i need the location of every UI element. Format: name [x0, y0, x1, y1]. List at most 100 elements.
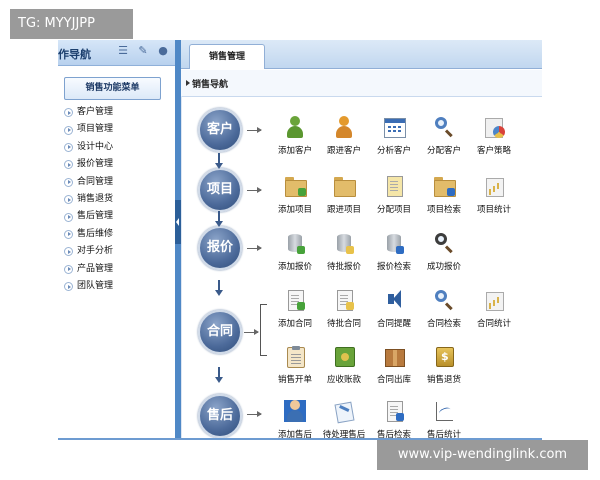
folder-follow-icon	[333, 175, 356, 197]
sidebar-menu: 客户管理 项目管理 设计中心 报价管理 合同管理 销售退货 售后管理 售后维修 …	[64, 104, 113, 295]
arrow-bullet-icon	[64, 229, 73, 239]
database-add-icon	[284, 232, 306, 254]
action-label: 添加项目	[277, 205, 312, 215]
speaker-reminder-icon	[383, 289, 405, 311]
action-add-project[interactable]: 添加项目	[267, 175, 323, 215]
action-sales-order[interactable]: 销售开单	[267, 345, 323, 385]
sidebar-item-label: 设计中心	[77, 141, 114, 152]
list-icon[interactable]: ☰	[117, 44, 129, 58]
graph-icon	[433, 400, 455, 422]
action-label: 分配项目	[376, 205, 411, 215]
action-follow-customer[interactable]: 跟进客户	[316, 116, 372, 156]
action-search-project[interactable]: 项目检索	[416, 175, 472, 215]
action-label: 跟进客户	[326, 146, 361, 156]
action-contract-outbound[interactable]: 合同出库	[366, 345, 422, 385]
action-label: 销售退货	[426, 375, 461, 385]
sidebar-item-customer[interactable]: 客户管理	[64, 104, 113, 121]
action-customer-strategy[interactable]: 客户策略	[466, 116, 522, 156]
arrow-bullet-icon	[64, 195, 73, 205]
action-assign-customer[interactable]: 分配客户	[416, 116, 472, 156]
action-label: 成功报价	[426, 262, 461, 272]
sidebar-item-contract[interactable]: 合同管理	[64, 174, 113, 191]
watermark-top: TG: MYYJJPP	[10, 9, 133, 39]
action-search-aftersales[interactable]: 售后检索	[366, 400, 422, 440]
action-pending-aftersales[interactable]: 待处理售后	[316, 400, 372, 440]
action-label: 合同检索	[426, 319, 461, 329]
tools-icon	[333, 400, 355, 424]
sidebar-item-competitor[interactable]: 对手分析	[64, 243, 113, 260]
magnifier-success-icon	[433, 232, 455, 254]
document-pending-icon	[333, 289, 355, 311]
sidebar-item-label: 客户管理	[77, 107, 114, 117]
sidebar-item-team[interactable]: 团队管理	[64, 278, 113, 295]
right-arrow-icon	[247, 245, 262, 251]
action-pending-contract[interactable]: 待批合同	[316, 289, 372, 329]
stage-contract[interactable]: 合同	[198, 310, 242, 354]
pie-strategy-icon	[483, 116, 505, 138]
arrow-bullet-icon	[64, 142, 73, 152]
sidebar-item-label: 产品管理	[77, 263, 114, 274]
arrow-bullet-icon	[64, 212, 73, 222]
action-label: 待批报价	[326, 262, 361, 272]
arrow-bullet-icon	[64, 264, 73, 274]
stage-quote[interactable]: 报价	[198, 226, 242, 270]
action-label: 合同统计	[476, 319, 511, 329]
arrow-bullet-icon	[64, 282, 73, 292]
sidebar-item-design[interactable]: 设计中心	[64, 139, 113, 156]
sidebar-toolbar: ☰ ✎ ●	[117, 44, 169, 58]
action-contract-stats[interactable]: 合同统计	[466, 289, 522, 329]
action-assign-project[interactable]: 分配项目	[366, 175, 422, 215]
right-arrow-icon	[247, 187, 262, 193]
sidebar-item-label: 售后维修	[77, 228, 114, 239]
action-label: 应收账款	[326, 375, 361, 385]
action-search-contract[interactable]: 合同检索	[416, 289, 472, 329]
folder-chart-icon	[483, 175, 505, 197]
action-add-quote[interactable]: 添加报价	[267, 232, 323, 272]
action-add-contract[interactable]: 添加合同	[267, 289, 323, 329]
sidebar-item-aftersales[interactable]: 售后管理	[64, 208, 113, 225]
database-pending-icon	[333, 232, 355, 254]
sidebar-item-label: 团队管理	[77, 280, 114, 291]
sidebar-item-label: 合同管理	[77, 176, 114, 187]
wrench-icon[interactable]: ✎	[137, 44, 149, 58]
contract-bracket	[260, 304, 267, 356]
sidebar-item-product[interactable]: 产品管理	[64, 261, 113, 278]
action-success-quote[interactable]: 成功报价	[416, 232, 472, 272]
action-label: 添加合同	[277, 319, 312, 329]
sidebar-item-return[interactable]: 销售退货	[64, 191, 113, 208]
stage-aftersales[interactable]: 售后	[198, 394, 242, 438]
database-search-icon	[383, 232, 405, 254]
right-arrow-icon	[247, 411, 262, 417]
document-add-icon	[284, 289, 306, 311]
right-arrow-icon	[244, 329, 259, 335]
action-aftersales-stats[interactable]: 售后统计	[416, 400, 472, 440]
action-project-stats[interactable]: 项目统计	[466, 175, 522, 215]
action-analyze-customer[interactable]: 分析客户	[366, 116, 422, 156]
action-follow-project[interactable]: 跟进项目	[316, 175, 372, 215]
sidebar-item-project[interactable]: 项目管理	[64, 121, 113, 138]
down-arrow-icon	[215, 280, 223, 296]
sidebar-item-repair[interactable]: 售后维修	[64, 226, 113, 243]
stage-project[interactable]: 项目	[198, 168, 242, 212]
action-search-quote[interactable]: 报价检索	[366, 232, 422, 272]
down-arrow-icon	[215, 367, 223, 383]
action-add-customer[interactable]: 添加客户	[267, 116, 323, 156]
sales-nav-header: 销售导航	[181, 70, 542, 97]
action-receivables[interactable]: 应收账款	[316, 345, 372, 385]
clipboard-icon	[284, 345, 306, 368]
user-icon[interactable]: ●	[157, 44, 169, 58]
stage-customer[interactable]: 客户	[198, 108, 242, 152]
action-add-aftersales[interactable]: 添加售后	[267, 400, 323, 440]
action-pending-quote[interactable]: 待批报价	[316, 232, 372, 272]
watermark-bottom: www.vip-wendinglink.com	[377, 440, 588, 470]
sidebar-item-label: 售后管理	[77, 211, 114, 222]
sales-menu-button[interactable]: 销售功能菜单	[64, 77, 161, 100]
sidebar-item-quote[interactable]: 报价管理	[64, 156, 113, 173]
action-label: 客户策略	[476, 146, 511, 156]
action-sales-return[interactable]: 销售退货	[416, 345, 472, 385]
arrow-bullet-icon	[64, 160, 73, 170]
document-assign-icon	[383, 175, 405, 197]
action-contract-reminder[interactable]: 合同提醒	[366, 289, 422, 329]
tab-sales-management[interactable]: 销售管理	[189, 44, 265, 69]
down-arrow-icon	[215, 153, 223, 169]
